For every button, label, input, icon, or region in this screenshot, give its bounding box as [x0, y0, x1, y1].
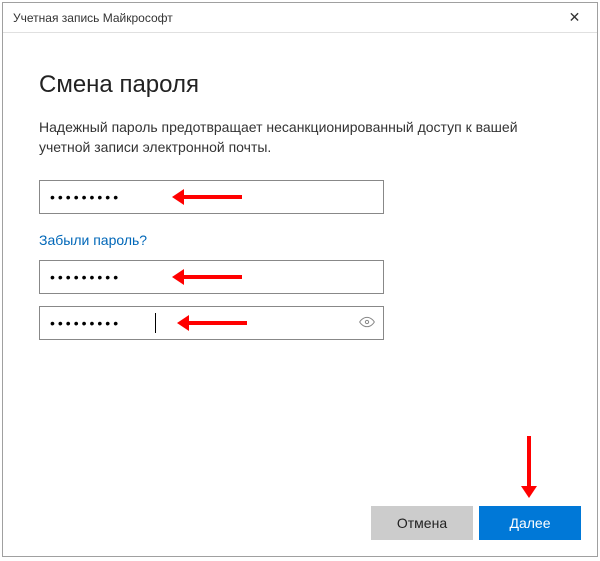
new-password-block	[39, 260, 561, 294]
dialog-window: Учетная запись Майкрософт ✕ Смена пароля…	[2, 2, 598, 557]
titlebar: Учетная запись Майкрософт ✕	[3, 3, 597, 33]
page-heading: Смена пароля	[39, 71, 561, 99]
current-password-input[interactable]	[39, 180, 384, 214]
confirm-password-input[interactable]	[39, 306, 384, 340]
forgot-password-link[interactable]: Забыли пароль?	[39, 232, 147, 248]
page-description: Надежный пароль предотвращает несанкцион…	[39, 117, 561, 158]
text-caret	[155, 313, 156, 333]
close-icon: ✕	[569, 9, 581, 26]
dialog-content: Смена пароля Надежный пароль предотвраща…	[3, 33, 597, 556]
next-button[interactable]: Далее	[479, 506, 581, 540]
current-password-block	[39, 180, 561, 214]
new-password-input[interactable]	[39, 260, 384, 294]
close-button[interactable]: ✕	[552, 3, 597, 33]
reveal-password-icon[interactable]	[359, 314, 375, 333]
cancel-button[interactable]: Отмена	[371, 506, 473, 540]
window-title: Учетная запись Майкрософт	[13, 11, 552, 25]
dialog-footer: Отмена Далее	[371, 506, 581, 540]
confirm-password-block	[39, 306, 561, 340]
